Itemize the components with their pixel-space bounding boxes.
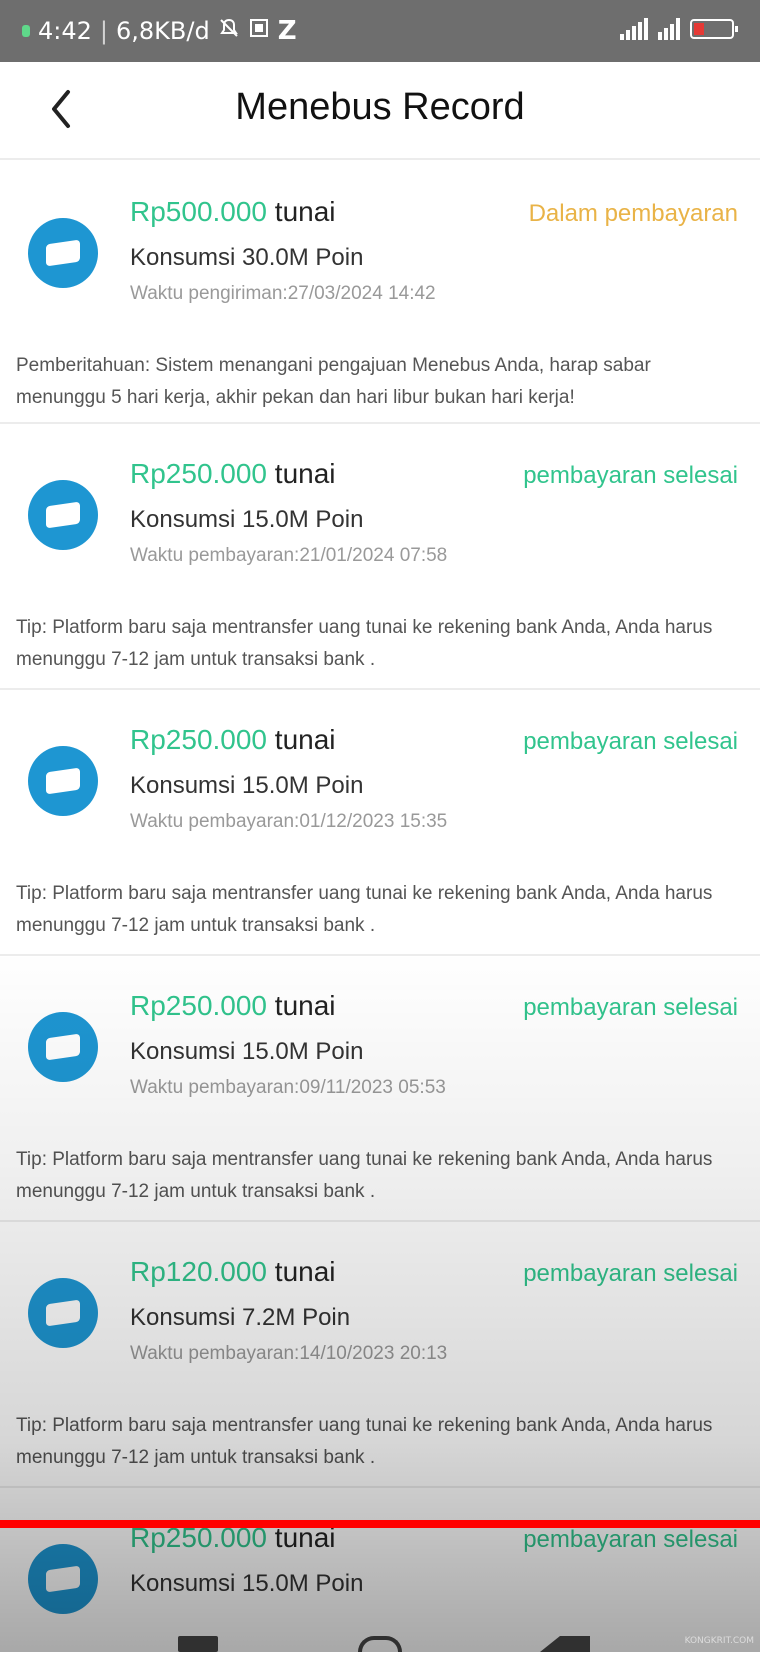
record-item[interactable]: Rp250.000 tunai pembayaran selesai Konsu… <box>0 422 760 690</box>
cash-icon <box>28 1278 98 1348</box>
status-separator: | <box>99 17 108 45</box>
mute-icon <box>218 17 240 45</box>
record-item[interactable]: Rp500.000 tunai Dalam pembayaran Konsums… <box>0 158 760 424</box>
page-title: Menebus Record <box>235 86 525 128</box>
status-bar: 4:42 | 6,8KB/d Z <box>0 0 760 62</box>
record-note: Tip: Platform baru saja mentransfer uang… <box>16 883 713 936</box>
record-item[interactable]: Rp250.000 tunai pembayaran selesai Konsu… <box>0 688 760 956</box>
status-badge: Dalam pembayaran <box>528 200 738 227</box>
record-points: Konsumsi 7.2M Poin <box>130 1304 351 1331</box>
system-nav-bar <box>0 1620 760 1652</box>
status-badge: pembayaran selesai <box>523 994 738 1021</box>
record-time: Waktu pembayaran:14/10/2023 20:13 <box>130 1343 448 1364</box>
record-amount: Rp120.000 tunai <box>130 1256 336 1287</box>
record-time: Waktu pembayaran:09/11/2023 05:53 <box>130 1077 446 1098</box>
signal-4g-icon <box>658 18 680 40</box>
app-header: Menebus Record <box>0 62 760 158</box>
record-time: Waktu pengiriman:27/03/2024 14:42 <box>130 283 436 304</box>
record-amount: Rp250.000 tunai <box>130 724 336 755</box>
record-points: Konsumsi 15.0M Poin <box>130 506 364 533</box>
record-time: Waktu pembayaran:21/01/2024 07:58 <box>130 545 448 566</box>
app-z-icon: Z <box>277 16 297 46</box>
status-badge: pembayaran selesai <box>523 728 738 755</box>
record-item[interactable]: Rp120.000 tunai pembayaran selesai Konsu… <box>0 1220 760 1488</box>
back-nav-button[interactable] <box>540 1636 590 1652</box>
record-points: Konsumsi 15.0M Poin <box>130 1038 364 1065</box>
location-dot-icon <box>22 25 30 37</box>
record-note: Pemberitahuan: Sistem menangani pengajua… <box>16 355 651 408</box>
watermark: KONGKRIT.COM <box>684 1636 754 1646</box>
notification-app-icon <box>248 17 270 45</box>
signal-icon <box>620 18 648 40</box>
record-points: Konsumsi 30.0M Poin <box>130 244 364 271</box>
record-amount: Rp250.000 tunai <box>130 990 336 1021</box>
cash-icon <box>28 1544 98 1614</box>
record-points: Konsumsi 15.0M Poin <box>130 772 364 799</box>
record-item[interactable]: Rp250.000 tunai pembayaran selesai Konsu… <box>0 954 760 1222</box>
status-badge: pembayaran selesai <box>523 462 738 489</box>
red-highlight-line <box>0 1520 760 1528</box>
status-badge: pembayaran selesai <box>523 1260 738 1287</box>
record-time: Waktu pembayaran:01/12/2023 15:35 <box>130 811 448 832</box>
cash-icon <box>28 480 98 550</box>
record-note: Tip: Platform baru saja mentransfer uang… <box>16 617 713 670</box>
network-speed: 6,8KB/d <box>116 17 210 45</box>
home-button[interactable] <box>358 1636 402 1652</box>
cash-icon <box>28 746 98 816</box>
record-note: Tip: Platform baru saja mentransfer uang… <box>16 1415 713 1468</box>
cash-icon <box>28 218 98 288</box>
record-amount: Rp250.000 tunai <box>130 458 336 489</box>
status-badge: pembayaran selesai <box>523 1526 738 1553</box>
record-note: Tip: Platform baru saja mentransfer uang… <box>16 1149 713 1202</box>
cash-icon <box>28 1012 98 1082</box>
status-time: 4:42 <box>38 17 92 45</box>
recent-apps-button[interactable] <box>178 1636 218 1652</box>
record-points: Konsumsi 15.0M Poin <box>130 1570 364 1597</box>
battery-icon <box>690 19 738 39</box>
record-amount: Rp500.000 tunai <box>130 196 336 227</box>
